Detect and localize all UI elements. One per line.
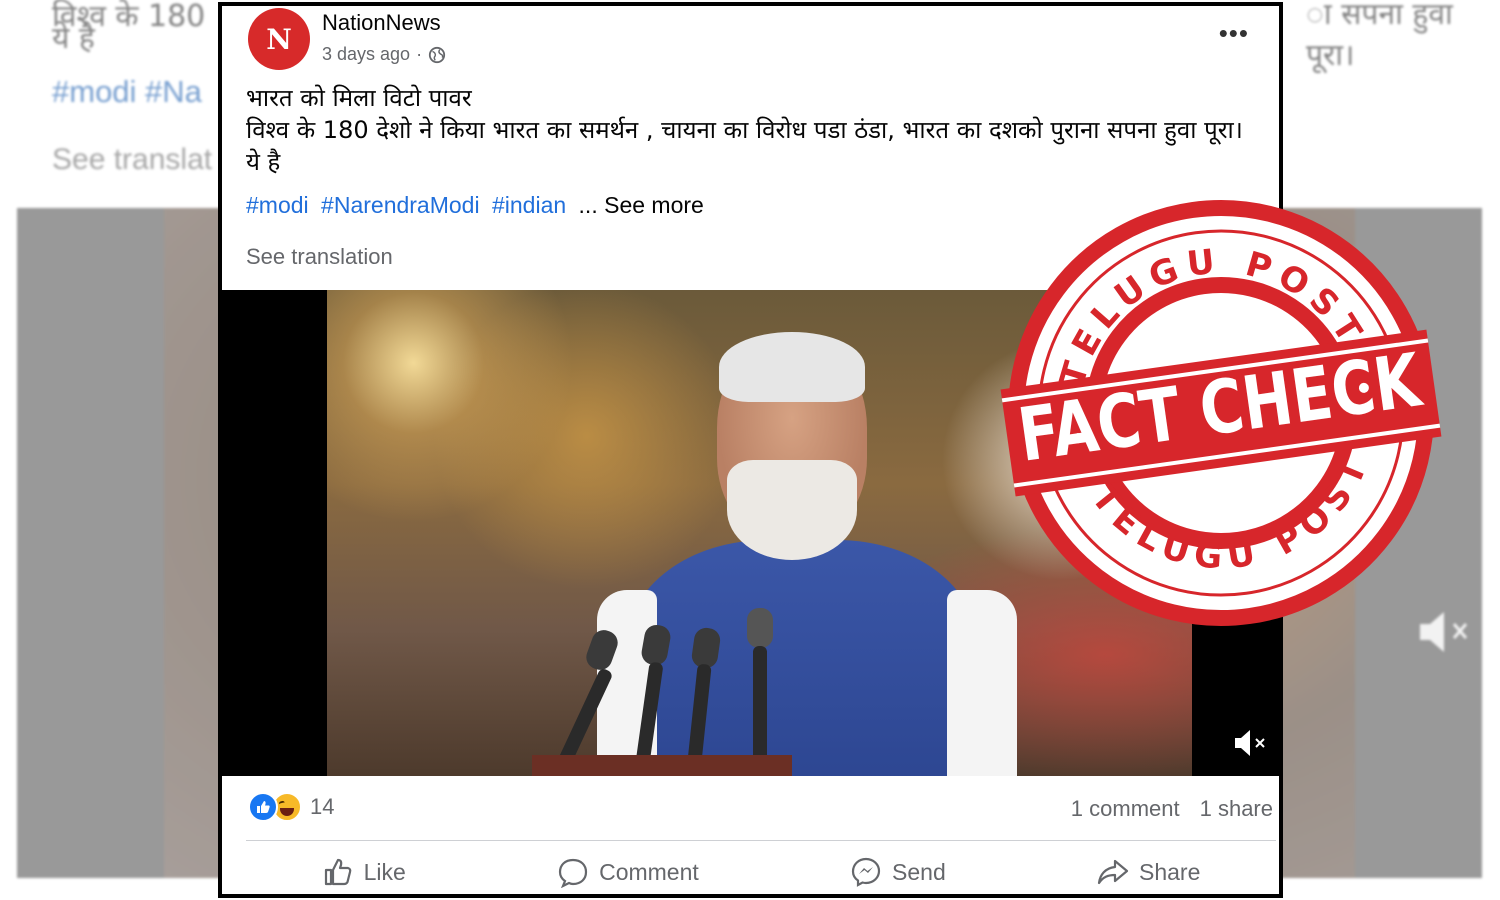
like-button[interactable]: Like [308, 850, 420, 894]
background-text-right: ा सपना हुवा पूरा। [1306, 0, 1453, 73]
like-reaction-icon [248, 792, 278, 822]
see-more-link[interactable]: See more [604, 192, 704, 218]
messenger-icon [851, 857, 881, 887]
page-name-link[interactable]: NationNews [322, 10, 441, 36]
more-options-icon[interactable]: ••• [1219, 20, 1249, 46]
actions-divider [246, 840, 1276, 841]
fact-check-stamp: TELUGU POST TELUGU POST FACT CHECK [976, 168, 1466, 658]
microphone [747, 608, 773, 648]
hashtag-link[interactable]: #indian [492, 192, 566, 218]
background-text-line2: ये है [52, 21, 95, 56]
hashtag-link[interactable]: #modi [246, 192, 309, 218]
podium [532, 755, 792, 776]
avatar-logo-letter: N [266, 22, 292, 56]
comment-icon [558, 858, 588, 888]
post-text-line: ये है [246, 148, 281, 176]
see-translation-link[interactable]: See translation [246, 244, 393, 270]
reactions-summary[interactable]: 14 [248, 792, 334, 822]
post-text: भारत को मिला विटो पावर विश्व के 180 देशो… [246, 82, 1276, 178]
post-text-line: विश्व के 180 देशो ने किया भारत का समर्थन… [246, 116, 1243, 144]
comment-label: Comment [599, 858, 699, 885]
reaction-count: 14 [310, 794, 335, 819]
send-button[interactable]: Send [836, 850, 960, 894]
post-meta: 3 days ago · [322, 44, 446, 65]
comment-count-link[interactable]: 1 comment [1071, 796, 1180, 822]
globe-icon [428, 46, 446, 63]
hashtag-link[interactable]: #NarendraModi [321, 192, 480, 218]
hashtags-row: #modi #NarendraModi #indian ... See more [246, 192, 704, 219]
share-count-link[interactable]: 1 share [1200, 796, 1273, 822]
thumbs-up-icon [324, 858, 351, 886]
page-avatar[interactable]: N [248, 8, 310, 70]
ellipsis: ... [578, 192, 598, 218]
post-text-line: भारत को मिला विटो पावर [246, 84, 472, 112]
background-hashtags: #modi #Na [52, 74, 202, 109]
speaker-hair [719, 332, 865, 402]
share-label: Share [1139, 858, 1201, 885]
share-button[interactable]: Share [1083, 850, 1214, 894]
speaker-sleeve [947, 590, 1017, 776]
screenshot-stage: विश्व के 180 ये है ा सपना हुवा पूरा। #mo… [0, 0, 1500, 900]
mute-icon[interactable] [1233, 728, 1269, 758]
post-actions-bar: Like Comment Send Share [246, 846, 1276, 894]
post-time[interactable]: 3 days ago [322, 44, 410, 65]
send-label: Send [892, 858, 946, 885]
engagement-counts: 1 comment 1 share [1071, 796, 1273, 822]
background-see-translation: See translat [52, 143, 213, 176]
like-label: Like [363, 858, 406, 885]
speaker-beard [727, 460, 857, 560]
share-icon [1097, 859, 1129, 885]
telugu-post-stamp-graphic: TELUGU POST TELUGU POST FACT CHECK [1000, 199, 1442, 626]
speaker-vest [627, 540, 977, 776]
background-mute-icon [1416, 610, 1476, 664]
comment-button[interactable]: Comment [543, 850, 713, 894]
